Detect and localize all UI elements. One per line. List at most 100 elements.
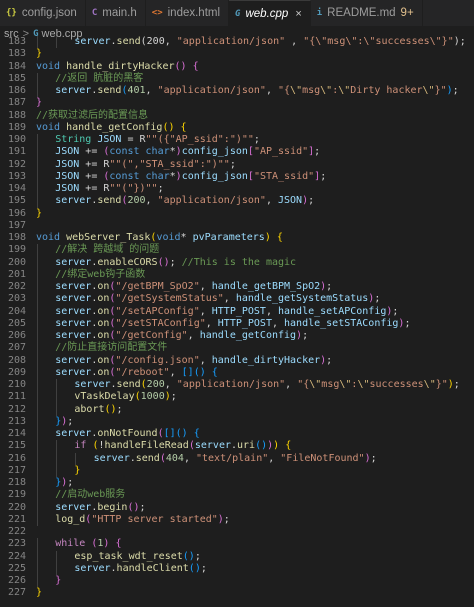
code-line[interactable]: 187} [0, 97, 474, 109]
line-number: 190 [7, 134, 26, 145]
code-text: }); [36, 415, 73, 428]
indent-guide [37, 195, 38, 208]
indent-guide [37, 146, 38, 159]
file-type-icon: G [235, 8, 241, 19]
code-text: server.onNotFound([]() { [36, 428, 200, 441]
line-number: 219 [7, 489, 26, 501]
code-line[interactable]: 183 server.send(200, "application/json" ,… [0, 36, 474, 49]
code-line[interactable]: 190 String JSON = R""({"AP_ssid":")""; [0, 134, 474, 147]
indent-guide [56, 440, 58, 453]
indent-guide [37, 85, 38, 98]
line-number: 224 [7, 550, 26, 562]
code-text: server.on("/setSTAConfig", HTTP_POST, ha… [36, 317, 410, 330]
code-line[interactable]: 225 server.handleClient(); [0, 562, 474, 575]
code-text: server.on("/getConfig", handle_getConfig… [36, 330, 308, 343]
tab-label: README.md [327, 7, 396, 19]
code-line[interactable]: 188 //获取过滤后的配置信息 [0, 110, 474, 122]
code-line[interactable]: 205 server.on("/setSTAConfig", HTTP_POST,… [0, 317, 474, 330]
code-text: void handle_getConfig() { [36, 121, 187, 133]
code-line[interactable]: 217} [0, 464, 474, 477]
tab-label: config.json [21, 7, 77, 19]
code-line[interactable]: 196} [0, 208, 474, 220]
line-number: 203 [7, 293, 26, 305]
code-text: //绑定web钩子函数 [36, 268, 145, 281]
code-line[interactable]: 183} [0, 48, 474, 60]
code-editor[interactable]: 183 server.send(200, "application/json" ,… [0, 36, 474, 600]
code-line[interactable]: 216 server.send(404, "text/plain", "FileN… [0, 452, 474, 465]
code-text: JSON += (const char*)config_json["AP_ssi… [36, 146, 320, 159]
tab-index-html[interactable]: <> index.html [146, 0, 230, 26]
code-line[interactable]: 222 [0, 526, 474, 538]
code-line[interactable]: 207 //防止直接访问配置文件 [0, 342, 474, 355]
tab-readme-md[interactable]: i README.md 9+ [311, 0, 423, 26]
line-number: 205 [7, 317, 26, 329]
code-text: while (1) { [36, 538, 121, 551]
code-line[interactable]: 195 server.send(200, "application/json", … [0, 195, 474, 208]
file-type-icon: <> [151, 8, 163, 18]
line-number: 221 [7, 513, 26, 525]
line-number: 193 [7, 170, 26, 182]
tab-config-json[interactable]: {} config.json [0, 0, 86, 26]
line-number: 186 [7, 85, 26, 96]
line-number: 204 [7, 305, 26, 317]
close-icon[interactable]: × [295, 8, 301, 20]
line-number: 222 [7, 526, 26, 537]
line-number: 199 [7, 244, 26, 256]
line-number: 187 [7, 97, 26, 109]
code-line[interactable]: 227} [0, 587, 474, 599]
code-line[interactable]: 200 server.enableCORS(); //This is the ma… [0, 256, 474, 269]
code-line[interactable]: 221 log_d("HTTP server started"); [0, 513, 474, 526]
code-line[interactable]: 193 JSON += (const char*)config_json["STA… [0, 170, 474, 183]
code-line[interactable]: 199 //解决 跨越域 的问题 [0, 244, 474, 257]
indent-guide [56, 391, 58, 404]
indent-guide [56, 464, 58, 477]
code-line[interactable]: 206 server.on("/getConfig", handle_getCon… [0, 330, 474, 343]
code-text: //启动web服务 [36, 489, 125, 502]
code-line[interactable]: 184 void handle_dirtyHacker() { [0, 61, 474, 73]
code-line[interactable]: 203 server.on("/getSystemStatus", handle_… [0, 293, 474, 306]
code-text: server.send(200, "application/json", "{\… [36, 379, 460, 392]
file-type-icon: C [91, 8, 98, 18]
code-line[interactable]: 185 //返回 肮脏的黑客 [0, 72, 474, 85]
line-number: 183 [7, 36, 26, 47]
indent-guide [37, 317, 38, 330]
code-line[interactable]: 189 void handle_getConfig() { [0, 122, 474, 134]
line-number: 206 [7, 330, 26, 341]
code-line[interactable]: 224 esp_task_wdt_reset(); [0, 550, 474, 563]
tab-main-h[interactable]: Cmain.h [86, 0, 146, 26]
code-line[interactable]: 211 vTaskDelay(1000); [0, 391, 474, 404]
code-line[interactable]: 226} [0, 575, 474, 588]
code-line[interactable]: 194 JSON += R""("})""; [0, 183, 474, 196]
code-line[interactable]: 215 if (!handleFileRead(server.uri())) { [0, 440, 474, 453]
code-text: } [36, 587, 43, 599]
line-number: 210 [7, 379, 26, 390]
code-line[interactable]: 202 server.on("/getBPM_SpO2", handle_getB… [0, 281, 474, 294]
code-line[interactable]: 208 server.on("/config.json", handle_dirt… [0, 354, 474, 367]
code-line[interactable]: 192 JSON += R""(","STA_ssid":")""; [0, 158, 474, 171]
code-text: }); [36, 477, 73, 490]
code-line[interactable]: 191 JSON += (const char*)config_json["AP_… [0, 146, 474, 159]
tab-web-cpp[interactable]: Gweb.cpp × [229, 0, 311, 26]
code-line[interactable]: 220 server.begin(); [0, 501, 474, 514]
code-line[interactable]: 204 server.on("/setAPConfig", HTTP_POST, … [0, 305, 474, 318]
code-line[interactable]: 214 server.onNotFound([]() { [0, 428, 474, 441]
code-line[interactable]: 219 //启动web服务 [0, 489, 474, 502]
tab-label: main.h [102, 7, 137, 19]
code-line[interactable]: 212 abort(); [0, 403, 474, 416]
code-line[interactable]: 186 server.send(401, "application/json", … [0, 85, 474, 98]
code-line[interactable]: 213}); [0, 415, 474, 428]
line-number: 211 [7, 391, 26, 403]
code-line[interactable]: 201 //绑定web钩子函数 [0, 268, 474, 281]
code-line[interactable]: 198 void webServer_Task(void* pvParameter… [0, 232, 474, 244]
indent-guide [37, 305, 38, 318]
line-number: 217 [7, 464, 26, 476]
code-text: } [36, 207, 43, 219]
code-line[interactable]: 218}); [0, 477, 474, 490]
code-line[interactable]: 197 [0, 220, 474, 232]
code-text: server.on("/config.json", handle_dirtyHa… [36, 354, 332, 367]
indent-guide [37, 452, 38, 465]
code-line[interactable]: 209 server.on("/reboot", []() { [0, 366, 474, 379]
tab-label: web.cpp [245, 7, 289, 20]
code-line[interactable]: 223 while (1) { [0, 538, 474, 551]
code-line[interactable]: 210 server.send(200, "application/json", … [0, 379, 474, 392]
